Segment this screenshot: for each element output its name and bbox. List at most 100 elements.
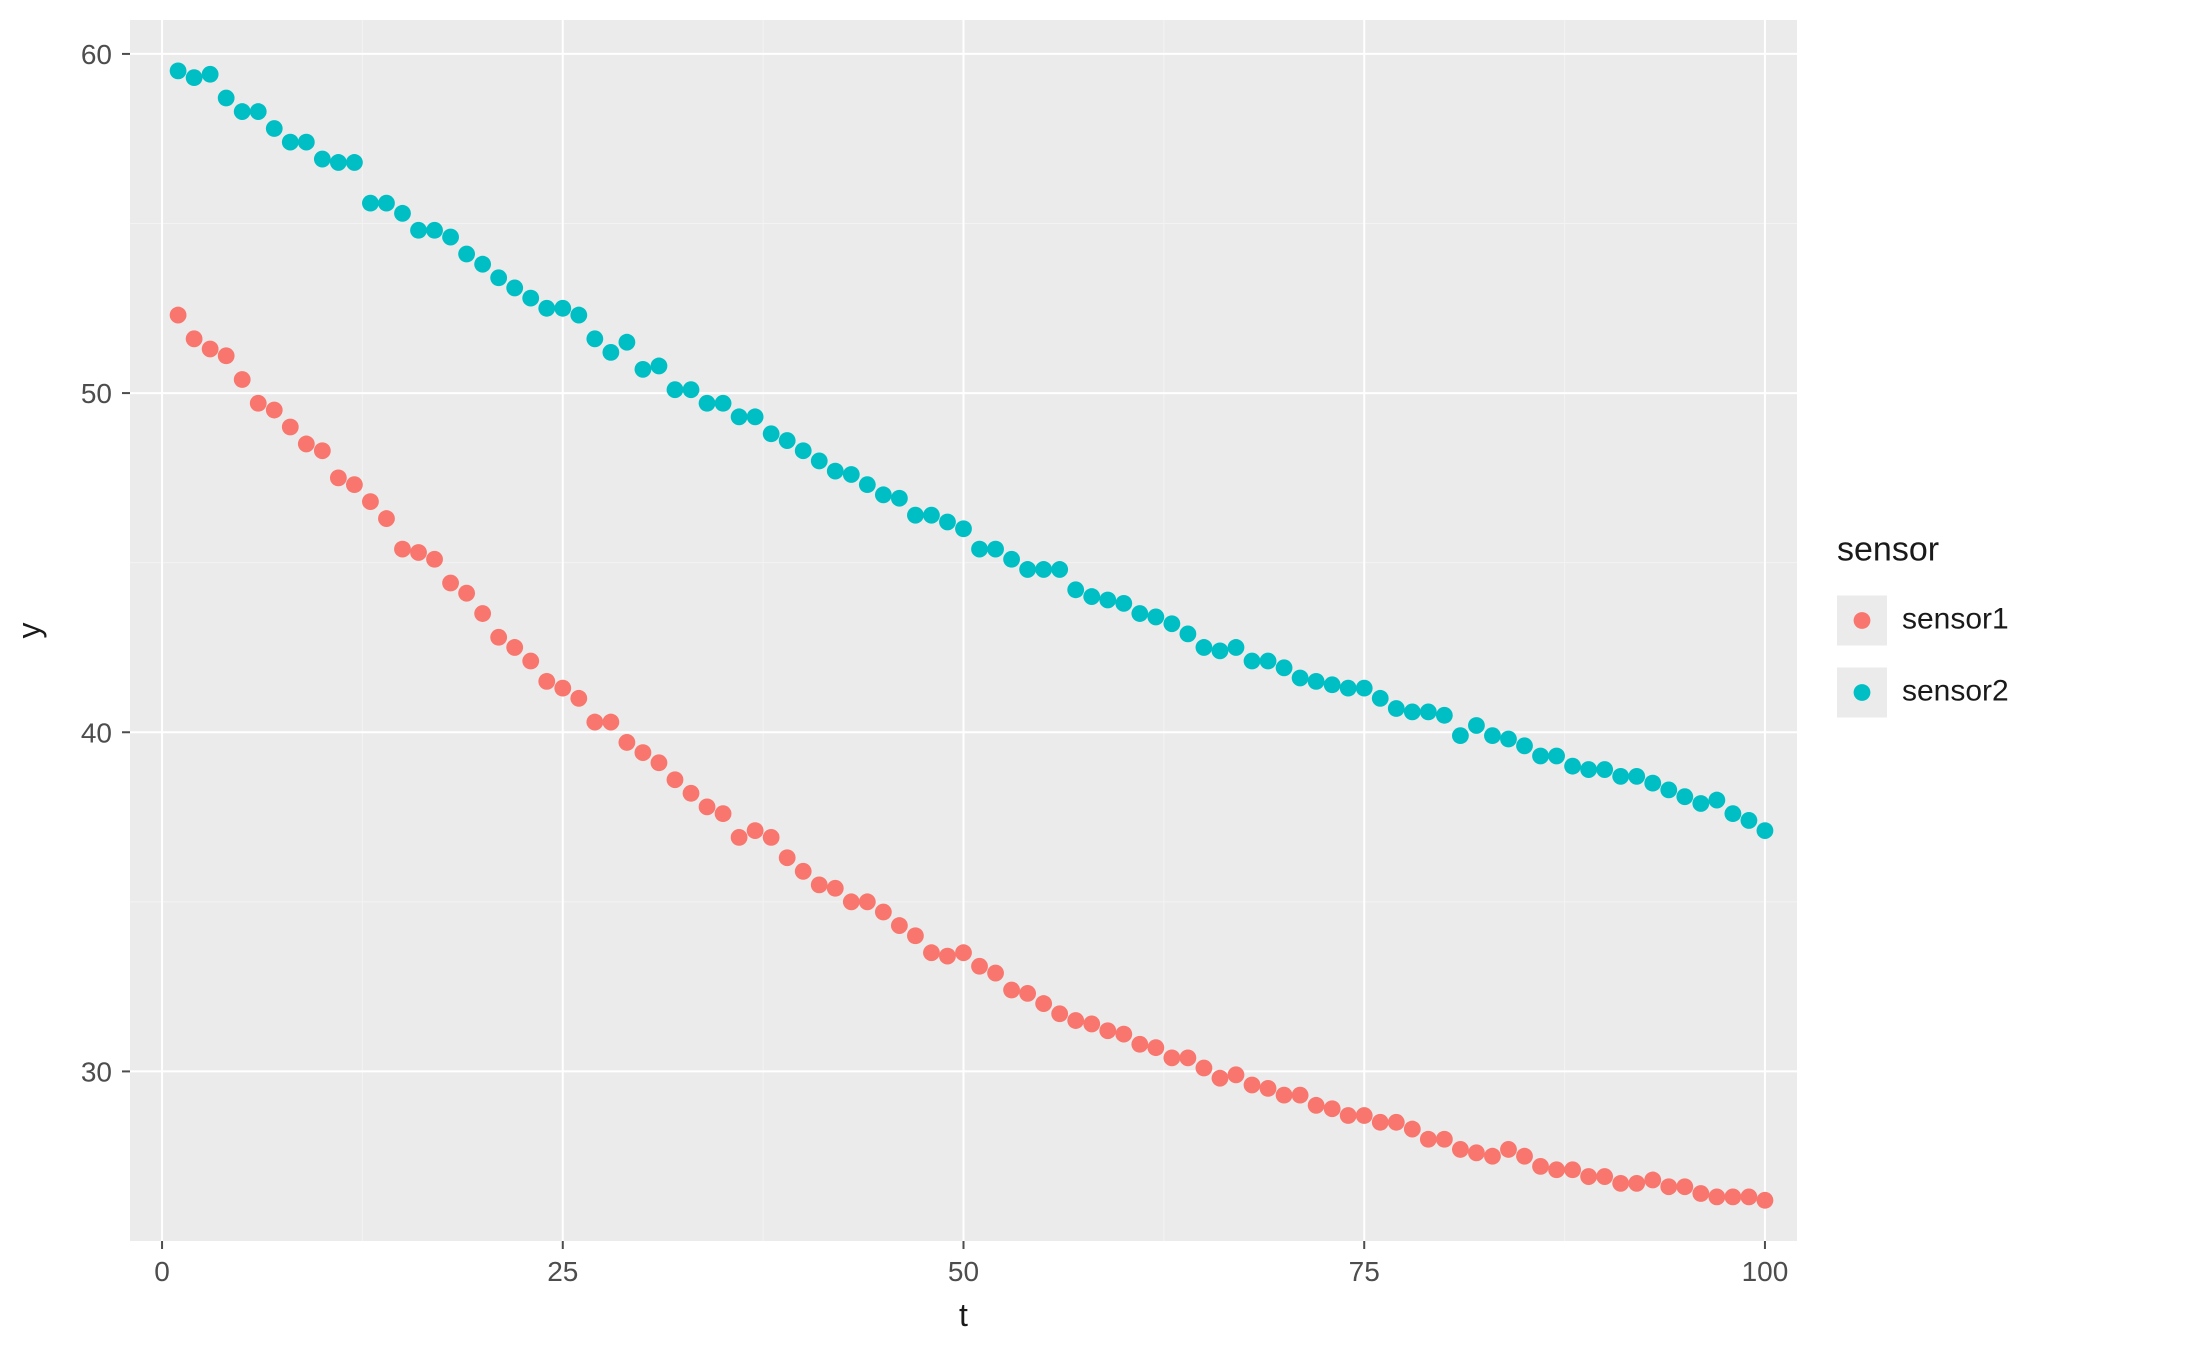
x-tick-label: 100 xyxy=(1742,1256,1789,1287)
data-point xyxy=(763,829,780,846)
data-point xyxy=(731,408,748,425)
y-ticks xyxy=(122,54,130,1071)
data-point xyxy=(1003,982,1020,999)
data-point xyxy=(1276,1087,1293,1104)
data-point xyxy=(218,347,235,364)
data-point xyxy=(779,432,796,449)
data-point xyxy=(618,334,635,351)
data-point xyxy=(1516,1148,1533,1165)
data-point xyxy=(266,402,283,419)
y-tick-label: 40 xyxy=(81,717,112,748)
legend-item-label: sensor2 xyxy=(1902,675,2009,708)
data-point xyxy=(891,490,908,507)
data-point xyxy=(1372,1114,1389,1131)
data-point xyxy=(1596,1168,1613,1185)
data-point xyxy=(506,639,523,656)
data-point xyxy=(1692,795,1709,812)
data-point xyxy=(602,714,619,731)
data-point xyxy=(1452,1141,1469,1158)
data-point xyxy=(747,408,764,425)
data-point xyxy=(1388,1114,1405,1131)
data-point xyxy=(202,66,219,83)
data-point xyxy=(1356,1107,1373,1124)
data-point xyxy=(955,944,972,961)
data-point xyxy=(362,195,379,212)
data-point xyxy=(1708,792,1725,809)
data-point xyxy=(1724,1189,1741,1206)
data-point xyxy=(971,541,988,558)
data-point xyxy=(1083,1016,1100,1033)
data-point xyxy=(651,358,668,375)
data-point xyxy=(1003,551,1020,568)
data-point xyxy=(250,395,267,412)
data-point xyxy=(298,134,315,151)
data-point xyxy=(234,371,251,388)
data-point xyxy=(314,151,331,168)
data-point xyxy=(410,544,427,561)
data-point xyxy=(715,805,732,822)
data-point xyxy=(602,344,619,361)
data-point xyxy=(1484,727,1501,744)
data-point xyxy=(1612,1175,1629,1192)
data-point xyxy=(747,822,764,839)
data-point xyxy=(442,575,459,592)
data-point xyxy=(1548,1161,1565,1178)
data-point xyxy=(971,958,988,975)
data-point xyxy=(170,307,187,324)
data-point xyxy=(426,551,443,568)
data-point xyxy=(1308,673,1325,690)
data-point xyxy=(875,904,892,921)
data-point xyxy=(1099,1022,1116,1039)
legend-title: sensor xyxy=(1837,531,1939,569)
data-point xyxy=(939,514,956,531)
legend-items: sensor1sensor2 xyxy=(1837,596,2009,718)
data-point xyxy=(1676,1178,1693,1195)
data-point xyxy=(1660,1178,1677,1195)
x-ticks xyxy=(162,1241,1765,1249)
data-point xyxy=(1468,1144,1485,1161)
data-point xyxy=(186,330,203,347)
data-point xyxy=(1724,805,1741,822)
data-point xyxy=(1644,775,1661,792)
data-point xyxy=(538,300,555,317)
data-point xyxy=(522,653,539,670)
data-point xyxy=(811,453,828,470)
data-point xyxy=(1019,985,1036,1002)
data-point xyxy=(907,507,924,524)
legend: sensor sensor1sensor2 xyxy=(1837,531,2009,718)
data-point xyxy=(1212,1070,1229,1087)
data-point xyxy=(1163,615,1180,632)
data-point xyxy=(1180,625,1197,642)
data-point xyxy=(1741,1189,1758,1206)
data-point xyxy=(1308,1097,1325,1114)
data-point xyxy=(410,222,427,239)
data-point xyxy=(1260,1080,1277,1097)
x-tick-label: 0 xyxy=(154,1256,170,1287)
x-tick-label: 50 xyxy=(948,1256,979,1287)
data-point xyxy=(875,486,892,503)
data-point xyxy=(490,629,507,646)
data-point xyxy=(298,436,315,453)
data-point xyxy=(1244,1077,1261,1094)
data-point xyxy=(170,62,187,79)
data-point xyxy=(1532,748,1549,765)
data-point xyxy=(1388,700,1405,717)
data-point xyxy=(1324,676,1341,693)
y-tick-labels: 30405060 xyxy=(81,39,112,1088)
data-point xyxy=(1067,581,1084,598)
data-point xyxy=(234,103,251,120)
data-point xyxy=(1292,670,1309,687)
data-point xyxy=(923,944,940,961)
data-point xyxy=(1196,639,1213,656)
data-point xyxy=(843,893,860,910)
data-point xyxy=(699,395,716,412)
data-point xyxy=(1580,1168,1597,1185)
data-point xyxy=(378,510,395,527)
data-point xyxy=(667,381,684,398)
data-point xyxy=(1035,561,1052,578)
data-point xyxy=(1596,761,1613,778)
data-point xyxy=(346,154,363,171)
data-point xyxy=(1741,812,1758,829)
data-point xyxy=(346,476,363,493)
data-point xyxy=(1115,595,1132,612)
